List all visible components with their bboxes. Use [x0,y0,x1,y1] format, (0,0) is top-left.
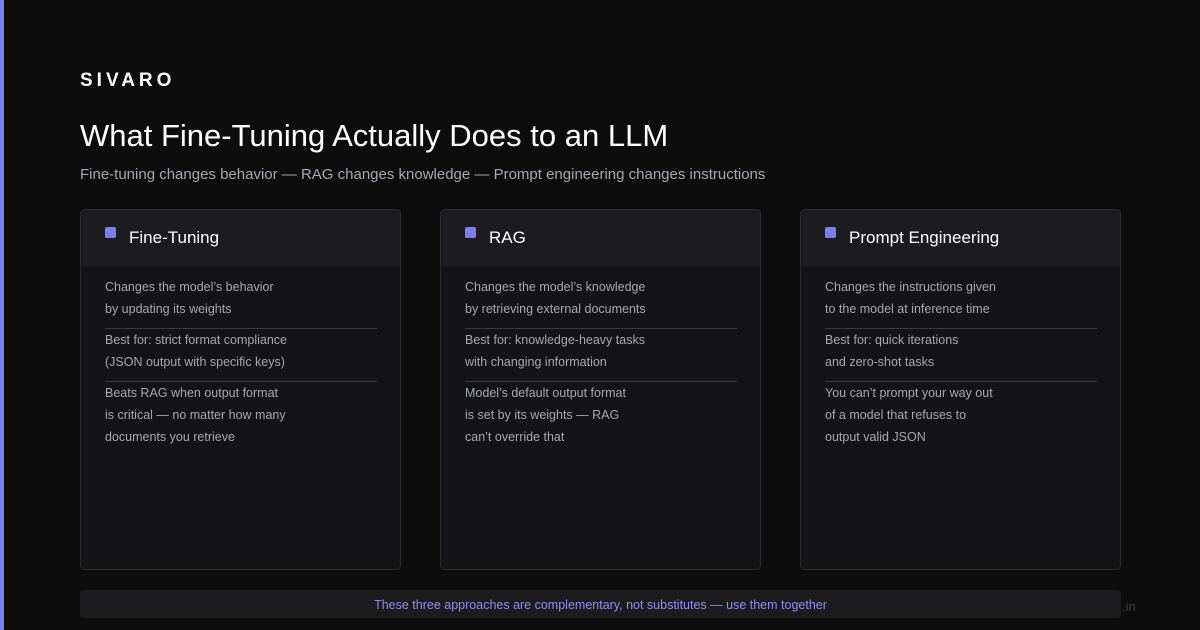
square-bullet-icon [105,227,116,238]
card-section-best-for: Best for: knowledge-heavy tasks with cha… [465,329,737,381]
card-title: Fine-Tuning [129,228,220,247]
section-line: with changing information [465,355,607,369]
card-rag: RAG Changes the model’s knowledge by ret… [440,209,761,570]
section-line: by updating its weights [105,302,232,316]
section-line: You can’t prompt your way out [825,386,993,400]
card-section-best-for: Best for: quick iterations and zero-shot… [825,329,1097,381]
page-subtitle: Fine-tuning changes behavior — RAG chang… [80,166,766,183]
card-section-note: Model’s default output format is set by … [465,382,737,456]
card-header: RAG [441,210,760,267]
card-section-note: You can’t prompt your way out of a model… [825,382,1097,456]
section-line: of a model that refuses to [825,408,967,422]
card-title: RAG [489,228,526,247]
page-title: What Fine-Tuning Actually Does to an LLM [80,118,669,153]
section-line: Best for: quick iterations [825,333,959,347]
section-line: Model’s default output format [465,386,626,400]
card-header: Prompt Engineering [801,210,1120,267]
comparison-cards: Fine-Tuning Changes the model’s behavior… [80,209,1121,570]
card-section-best-for: Best for: strict format compliance (JSON… [105,329,377,381]
section-line: Beats RAG when output format [105,386,279,400]
section-line: documents you retrieve [105,430,235,444]
footer-banner: These three approaches are complementary… [80,590,1121,618]
footer-text: These three approaches are complementary… [374,598,827,612]
accent-bar [0,0,4,630]
page: SIVARO What Fine-Tuning Actually Does to… [0,0,1200,630]
corner-watermark: .in [1122,599,1136,614]
section-line: Changes the model’s behavior [105,280,274,294]
square-bullet-icon [825,227,836,238]
card-body: Changes the model’s behavior by updating… [105,276,377,456]
section-line: Changes the instructions given [825,280,996,294]
card-section-description: Changes the instructions given to the mo… [825,276,1097,328]
card-fine-tuning: Fine-Tuning Changes the model’s behavior… [80,209,401,570]
square-bullet-icon [465,227,476,238]
card-section-description: Changes the model’s knowledge by retriev… [465,276,737,328]
section-line: output valid JSON [825,430,926,444]
section-line: Best for: strict format compliance [105,333,288,347]
section-line: Best for: knowledge-heavy tasks [465,333,645,347]
section-line: by retrieving external documents [465,302,646,316]
card-body: Changes the instructions given to the mo… [825,276,1097,456]
card-section-note: Beats RAG when output format is critical… [105,382,377,456]
card-body: Changes the model’s knowledge by retriev… [465,276,737,456]
section-line: Changes the model’s knowledge [465,280,646,294]
section-line: is set by its weights — RAG [465,408,620,422]
section-line: can’t override that [465,430,565,444]
section-line: and zero-shot tasks [825,355,935,369]
card-prompt-engineering: Prompt Engineering Changes the instructi… [800,209,1121,570]
card-title: Prompt Engineering [849,228,1000,247]
section-line: to the model at inference time [825,302,990,316]
section-line: (JSON output with specific keys) [105,355,285,369]
section-line: is critical — no matter how many [105,408,286,422]
card-section-description: Changes the model’s behavior by updating… [105,276,377,328]
brand-logo: SIVARO [80,70,176,91]
card-header: Fine-Tuning [81,210,400,267]
